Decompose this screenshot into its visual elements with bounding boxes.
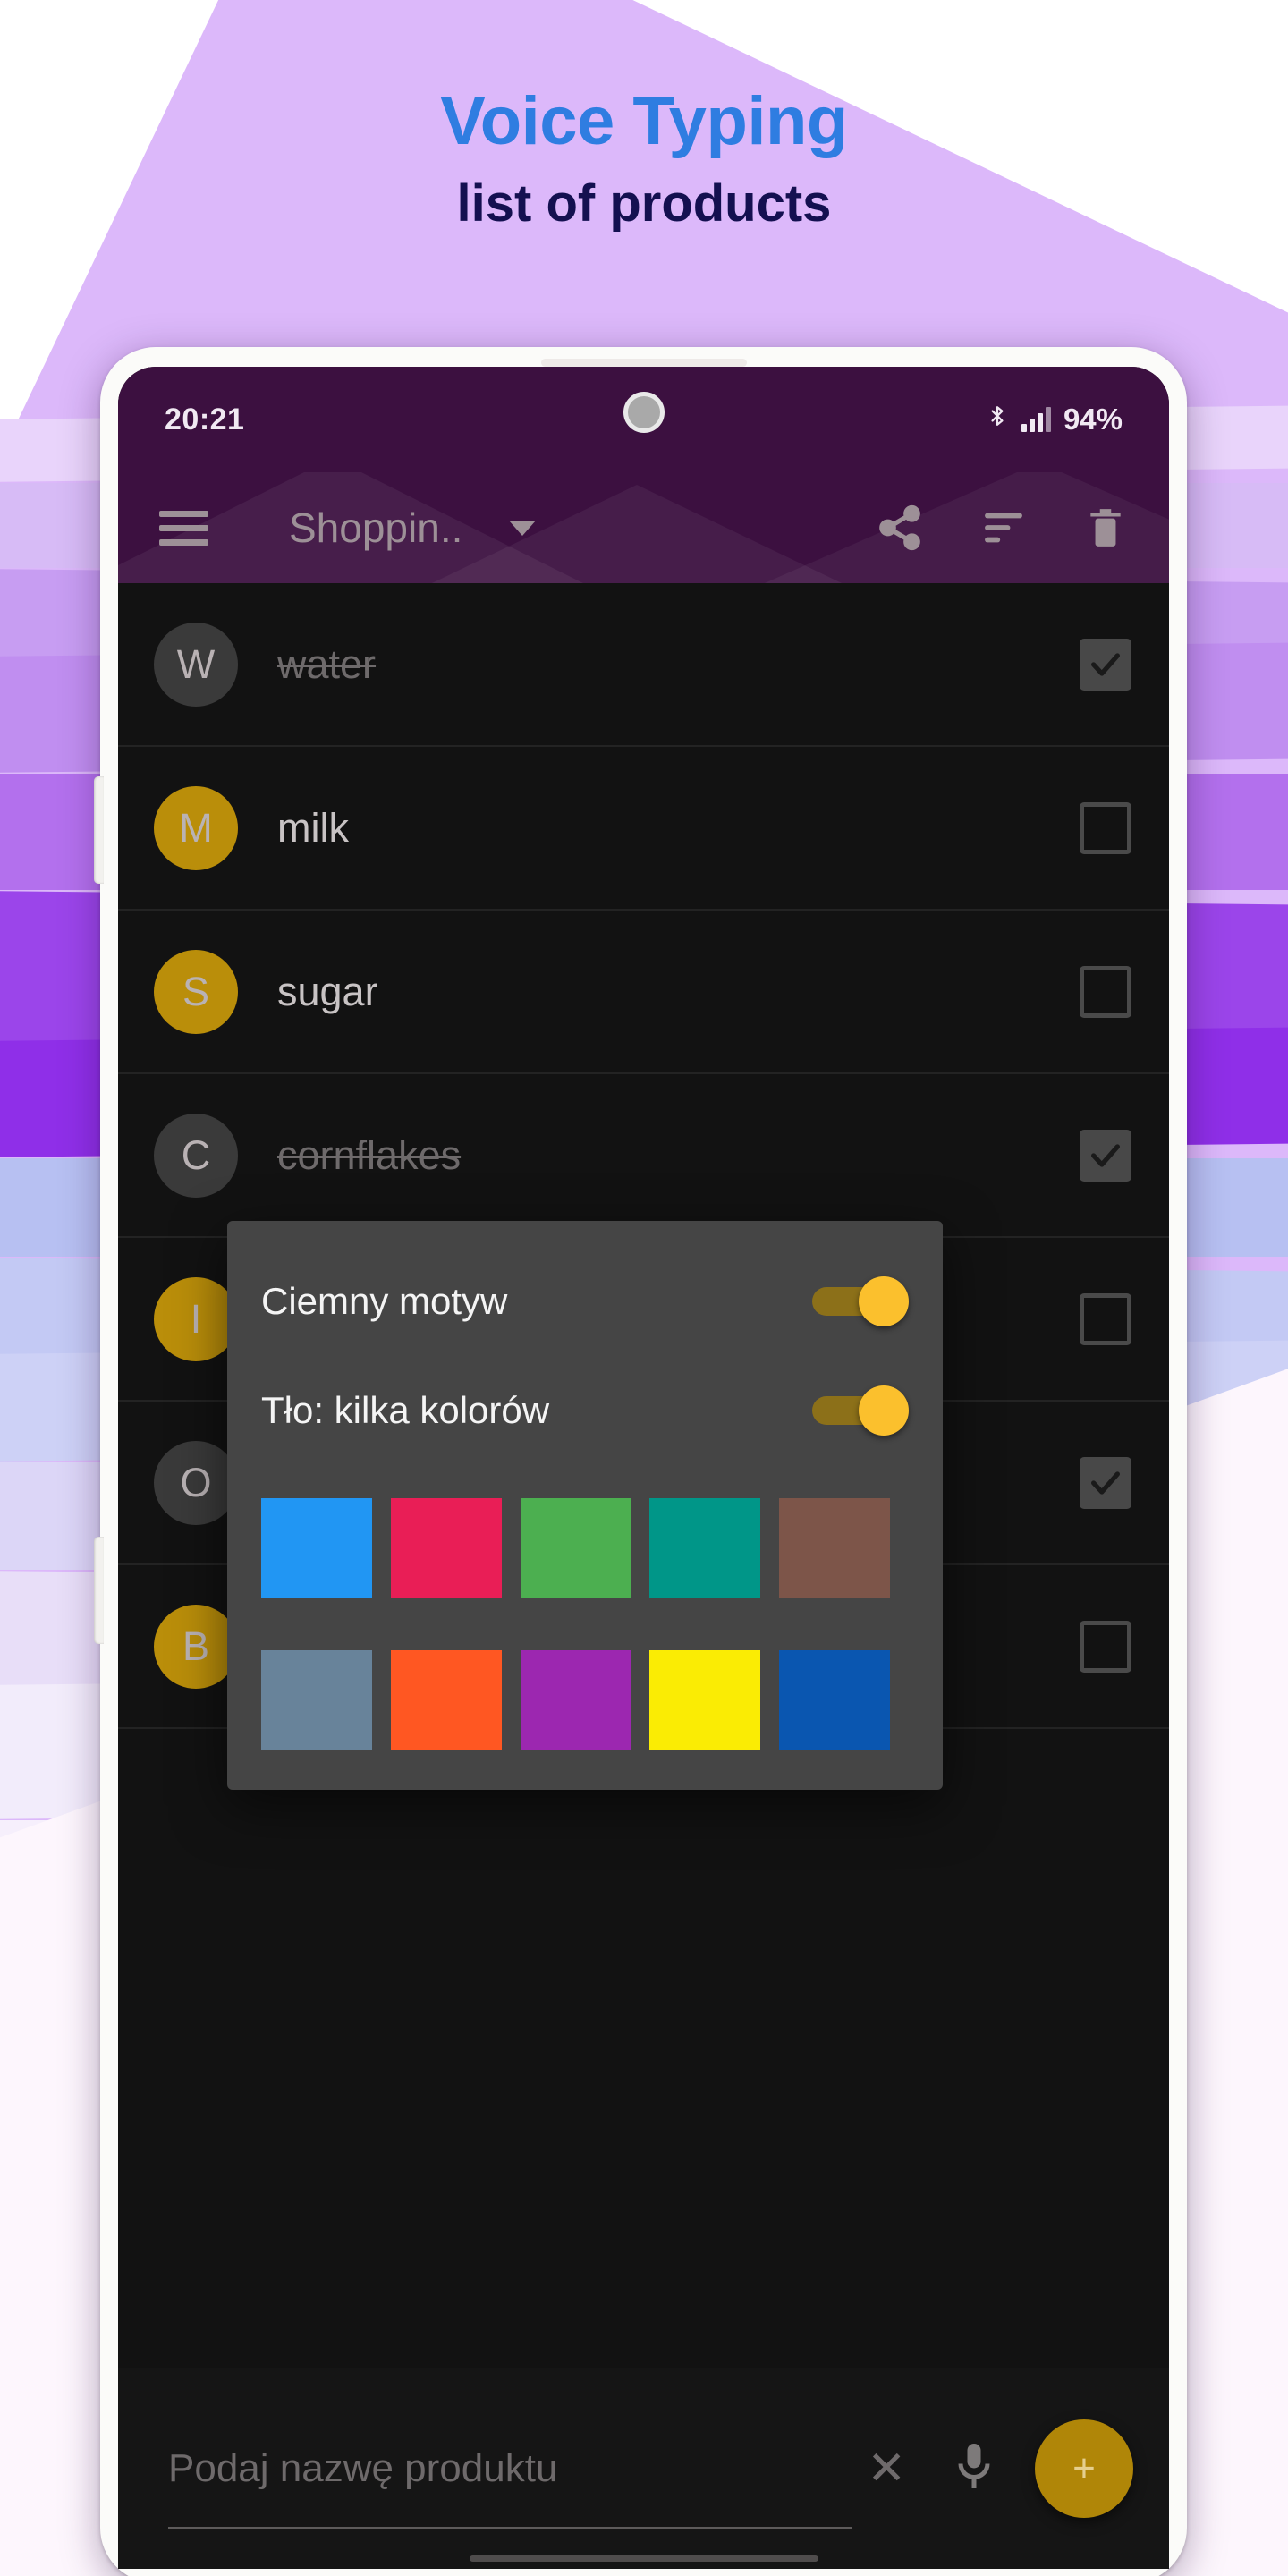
front-camera-punch-hole — [623, 392, 665, 433]
page-subtitle: list of products — [456, 174, 832, 233]
power-button[interactable] — [94, 1537, 104, 1644]
background-colors-setting-row: Tło: kilka kolorów — [261, 1366, 909, 1455]
status-bar: 20:21 94% — [118, 367, 1169, 472]
settings-dialog: Ciemny motyw Tło: kilka kolorów — [227, 1221, 943, 1790]
color-swatch-orange[interactable] — [390, 1650, 502, 1750]
avatar: W — [154, 622, 238, 707]
color-swatch-blue-grey[interactable] — [261, 1650, 372, 1750]
add-product-button[interactable]: + — [1035, 2419, 1133, 2518]
color-swatch-purple[interactable] — [520, 1650, 631, 1750]
list-item[interactable]: Ssugar — [118, 911, 1169, 1074]
status-clock: 20:21 — [165, 402, 245, 436]
avatar: O — [154, 1440, 238, 1525]
list-item-label: milk — [277, 804, 349, 851]
trash-icon[interactable] — [1083, 504, 1128, 552]
status-right-cluster: 94% — [986, 401, 1123, 438]
app-toolbar: Shoppin.. — [118, 472, 1169, 583]
volume-button[interactable] — [94, 776, 104, 884]
toggle-knob — [859, 1385, 909, 1436]
color-swatch-dark-blue[interactable] — [779, 1650, 891, 1750]
checkbox-unchecked[interactable] — [1080, 965, 1131, 1018]
avatar: B — [154, 1604, 238, 1689]
hamburger-menu-icon[interactable] — [159, 510, 208, 546]
dark-theme-label: Ciemny motyw — [261, 1280, 508, 1322]
close-x-icon[interactable]: ✕ — [867, 2445, 906, 2492]
bluetooth-icon — [986, 401, 1009, 438]
input-underline — [168, 2526, 852, 2529]
avatar: I — [154, 1276, 238, 1361]
product-name-input[interactable]: Podaj nazwę produktu ✕ — [168, 2445, 938, 2529]
checkbox-unchecked[interactable] — [1080, 801, 1131, 854]
color-swatch-grid — [261, 1498, 909, 1750]
list-item-label: sugar — [277, 968, 378, 1014]
signal-bars-icon — [1021, 407, 1051, 432]
avatar: S — [154, 949, 238, 1034]
list-name-label[interactable]: Shoppin.. — [289, 504, 462, 552]
navigation-pill[interactable] — [469, 2555, 818, 2562]
color-swatch-brown[interactable] — [779, 1498, 891, 1598]
avatar: M — [154, 785, 238, 870]
product-name-placeholder: Podaj nazwę produktu — [168, 2445, 558, 2490]
list-item[interactable]: Mmilk — [118, 747, 1169, 911]
checkbox-unchecked[interactable] — [1080, 1292, 1131, 1345]
toolbar-actions — [876, 504, 1128, 552]
color-swatch-pink[interactable] — [390, 1498, 502, 1598]
checkbox-checked[interactable] — [1080, 1456, 1131, 1509]
share-icon[interactable] — [876, 504, 924, 552]
chevron-down-icon[interactable] — [509, 520, 537, 536]
list-item-label: cornflakes — [277, 1131, 462, 1178]
color-swatch-green[interactable] — [520, 1498, 631, 1598]
avatar: C — [154, 1113, 238, 1198]
phone-screen: 20:21 94% Shoppin.. W water M milk S sug… — [118, 367, 1169, 2569]
promo-screenshot: Voice Typing list of products 20:21 94% — [0, 0, 1288, 2576]
checkbox-unchecked[interactable] — [1080, 1620, 1131, 1673]
phone-mockup: 20:21 94% Shoppin.. W water M milk S sug… — [94, 347, 1187, 2576]
add-product-bar: Podaj nazwę produktu ✕ + — [118, 2368, 1169, 2569]
color-swatch-yellow[interactable] — [649, 1650, 761, 1750]
dark-theme-setting-row: Ciemny motyw — [261, 1257, 909, 1346]
background-colors-label: Tło: kilka kolorów — [261, 1389, 550, 1431]
list-item[interactable]: Ccornflakes — [118, 1074, 1169, 1238]
list-item[interactable]: Wwater — [118, 583, 1169, 747]
sort-icon[interactable] — [979, 504, 1028, 552]
color-swatch-teal[interactable] — [649, 1498, 761, 1598]
dark-theme-toggle[interactable] — [812, 1276, 909, 1326]
promo-heading: Voice Typing list of products — [0, 86, 1288, 232]
color-swatch-blue[interactable] — [261, 1498, 372, 1598]
battery-percentage: 94% — [1063, 402, 1123, 436]
toggle-knob — [859, 1276, 909, 1326]
background-colors-toggle[interactable] — [812, 1385, 909, 1436]
microphone-icon[interactable] — [947, 2428, 1001, 2509]
list-item-label: water — [277, 640, 377, 687]
checkbox-checked[interactable] — [1080, 1129, 1131, 1182]
checkbox-checked[interactable] — [1080, 638, 1131, 691]
page-title: Voice Typing — [440, 83, 848, 159]
